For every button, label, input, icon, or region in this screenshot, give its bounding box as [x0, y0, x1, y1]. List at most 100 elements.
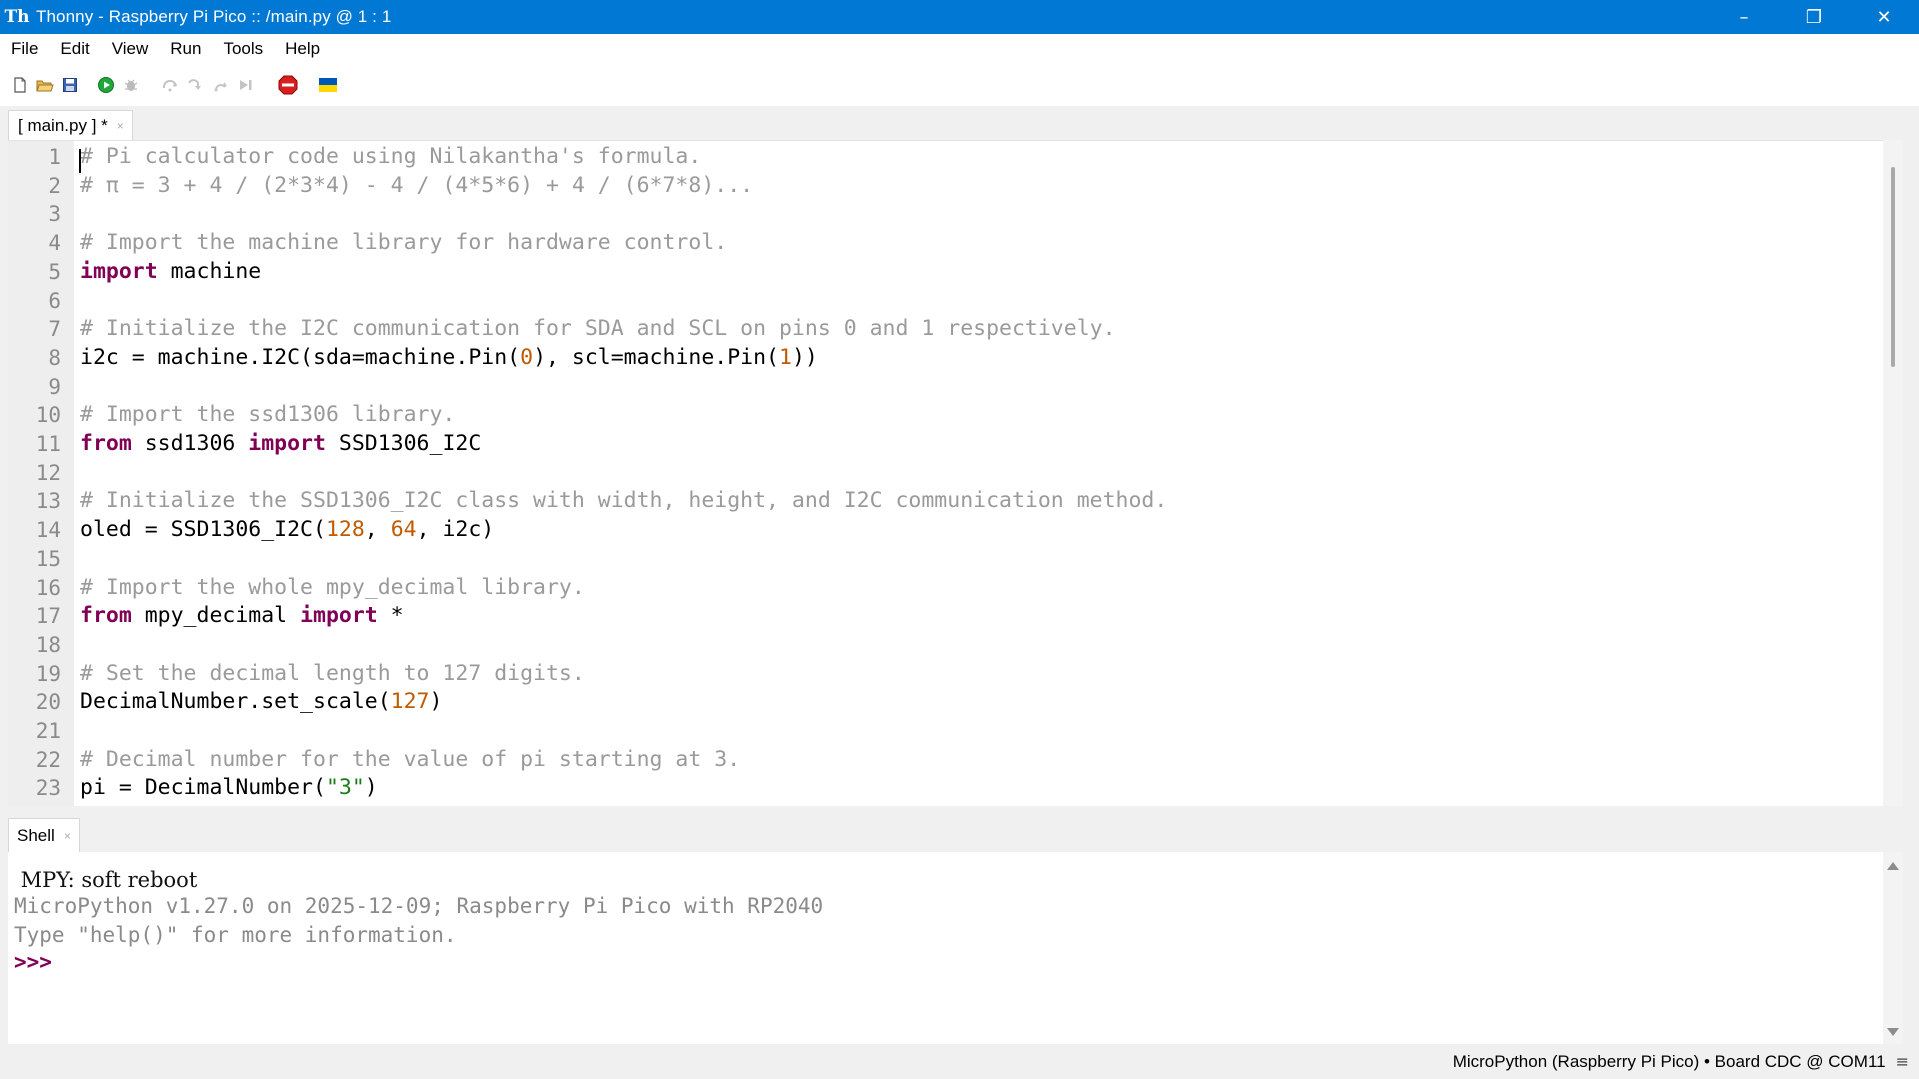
- code-token-num: 0: [520, 344, 534, 370]
- code-line[interactable]: # Initialize the SSD1306_I2C class with …: [80, 487, 1167, 515]
- code-token-comment: # Decimal number for the value of pi sta…: [80, 746, 741, 772]
- scroll-up-icon[interactable]: [1887, 862, 1899, 870]
- line-number: 18: [35, 632, 61, 657]
- line-number: 14: [35, 518, 61, 543]
- line-number: 6: [48, 288, 61, 313]
- menu-help[interactable]: Help: [274, 39, 328, 59]
- code-token-comment: # Initialize the I2C communication for S…: [80, 316, 1116, 342]
- shell-tab-close-icon[interactable]: ×: [64, 829, 71, 843]
- line-number: 23: [35, 776, 61, 801]
- save-file-icon[interactable]: [59, 74, 81, 96]
- code-line[interactable]: import machine: [80, 258, 261, 286]
- tab-shell[interactable]: Shell ×: [8, 818, 80, 853]
- code-token-str: "3": [325, 775, 365, 801]
- ukraine-flag-icon[interactable]: [317, 74, 339, 96]
- code-token-comment: # Import the ssd1306 library.: [80, 402, 456, 428]
- code-token-comment: # Pi calculator code using Nilakantha's …: [80, 144, 702, 169]
- line-number: 13: [35, 489, 61, 514]
- code-line[interactable]: # Initialize the I2C communication for S…: [80, 315, 1116, 343]
- code-line[interactable]: pi = DecimalNumber("3"): [80, 774, 378, 802]
- line-number: 9: [48, 374, 61, 399]
- code-line[interactable]: # π = 3 + 4 / (2*3*4) - 4 / (4*5*6) + 4 …: [80, 172, 753, 200]
- code-token-kw: from: [80, 603, 132, 629]
- shell-tab-strip: Shell ×: [0, 806, 1919, 853]
- code-line[interactable]: oled = SSD1306_I2C(128, 64, i2c): [80, 516, 494, 544]
- window-controls: – ❐ ✕: [1709, 0, 1919, 34]
- new-file-icon[interactable]: [9, 74, 31, 96]
- line-number: 3: [48, 202, 61, 227]
- menu-edit[interactable]: Edit: [49, 39, 97, 59]
- line-number: 15: [35, 546, 61, 571]
- code-token-num: 64: [390, 517, 417, 543]
- menu-file[interactable]: File: [0, 39, 46, 59]
- line-number: 20: [35, 690, 61, 715]
- code-token: DecimalNumber.set_scale(: [80, 689, 391, 715]
- code-line[interactable]: # Set the decimal length to 127 digits.: [80, 660, 585, 688]
- thonny-window: Th Thonny - Raspberry Pi Pico :: /main.p…: [0, 0, 1919, 1079]
- shell-scrollbar[interactable]: [1883, 852, 1903, 1044]
- maximize-button[interactable]: ❐: [1779, 0, 1849, 34]
- code-token-kw: import: [80, 258, 158, 284]
- toolbar: [0, 64, 1919, 106]
- code-token: , i2c): [416, 517, 495, 543]
- code-token: )): [791, 344, 818, 370]
- code-token-comment: # Initialize the SSD1306_I2C class with …: [80, 488, 1168, 514]
- menu-view[interactable]: View: [101, 39, 157, 59]
- interpreter-status[interactable]: MicroPython (Raspberry Pi Pico) • Board …: [1453, 1052, 1886, 1072]
- line-number: 8: [48, 345, 61, 370]
- code-line[interactable]: # Import the whole mpy_decimal library.: [80, 574, 585, 602]
- window-title: Thonny - Raspberry Pi Pico :: /main.py @…: [36, 7, 392, 26]
- menu-run[interactable]: Run: [159, 39, 209, 59]
- line-number: 7: [48, 317, 61, 342]
- text-cursor: [79, 149, 81, 173]
- code-token-comment: # Import the whole mpy_decimal library.: [80, 574, 585, 600]
- run-icon[interactable]: [95, 74, 117, 96]
- code-line[interactable]: from ssd1306 import SSD1306_I2C: [80, 430, 481, 458]
- tab-close-icon[interactable]: ×: [117, 119, 124, 133]
- menu-tools[interactable]: Tools: [212, 39, 271, 59]
- code-token-num: 1: [779, 344, 792, 370]
- code-token: ): [429, 689, 443, 715]
- code-token: ssd1306: [131, 431, 249, 456]
- line-number: 21: [35, 719, 61, 743]
- code-token: *: [377, 603, 404, 629]
- code-token-kw: import: [248, 431, 326, 456]
- shell-console[interactable]: MPY: soft reboot MicroPython v1.27.0 on 2…: [8, 852, 1883, 1044]
- menu-lines-icon[interactable]: ≡: [1896, 1052, 1909, 1071]
- code-line[interactable]: from mpy_decimal import *: [80, 602, 404, 630]
- line-number: 16: [35, 575, 61, 600]
- code-token: ): [364, 775, 378, 801]
- code-editor[interactable]: 123456789101112131415161718192021222324 …: [8, 140, 1883, 807]
- scroll-down-icon[interactable]: [1887, 1028, 1899, 1036]
- menu-bar: File Edit View Run Tools Help: [0, 34, 1919, 64]
- code-token: ,: [364, 517, 391, 543]
- line-number: 2: [48, 173, 61, 198]
- code-token-num: 128: [325, 517, 365, 543]
- step-into-icon[interactable]: [185, 74, 207, 96]
- code-line[interactable]: # Pi calculator code using Nilakantha's …: [80, 143, 701, 171]
- code-line[interactable]: # Decimal number for the value of pi sta…: [80, 746, 740, 774]
- tab-main-py[interactable]: [ main.py ] * ×: [8, 110, 133, 141]
- open-file-icon[interactable]: [34, 74, 56, 96]
- step-over-icon[interactable]: [160, 74, 182, 96]
- line-number: 22: [35, 747, 61, 772]
- code-line[interactable]: # Import the machine library for hardwar…: [80, 229, 727, 257]
- line-number: 1: [48, 145, 61, 169]
- resume-icon[interactable]: [235, 74, 257, 96]
- editor-tab-strip: [ main.py ] * ×: [0, 106, 1919, 141]
- debug-icon[interactable]: [120, 74, 142, 96]
- step-out-icon[interactable]: [210, 74, 232, 96]
- shell-tab-label: Shell: [17, 826, 55, 845]
- shell-prompt[interactable]: >>>: [14, 948, 65, 976]
- shell-output-line: Type "help()" for more information.: [14, 923, 457, 947]
- code-line[interactable]: i2c = machine.I2C(sda=machine.Pin(0), sc…: [80, 344, 818, 372]
- line-number-gutter: 123456789101112131415161718192021222324: [8, 141, 74, 807]
- close-button[interactable]: ✕: [1849, 0, 1919, 34]
- stop-icon[interactable]: [277, 74, 299, 96]
- code-token: ), scl=machine.Pin(: [533, 344, 780, 370]
- code-token-comment: # Import the machine library for hardwar…: [80, 230, 728, 256]
- code-line[interactable]: DecimalNumber.set_scale(127): [80, 688, 442, 716]
- code-line[interactable]: # Import the ssd1306 library.: [80, 401, 455, 429]
- minimize-button[interactable]: –: [1709, 0, 1779, 34]
- editor-scrollbar-thumb[interactable]: [1891, 167, 1895, 367]
